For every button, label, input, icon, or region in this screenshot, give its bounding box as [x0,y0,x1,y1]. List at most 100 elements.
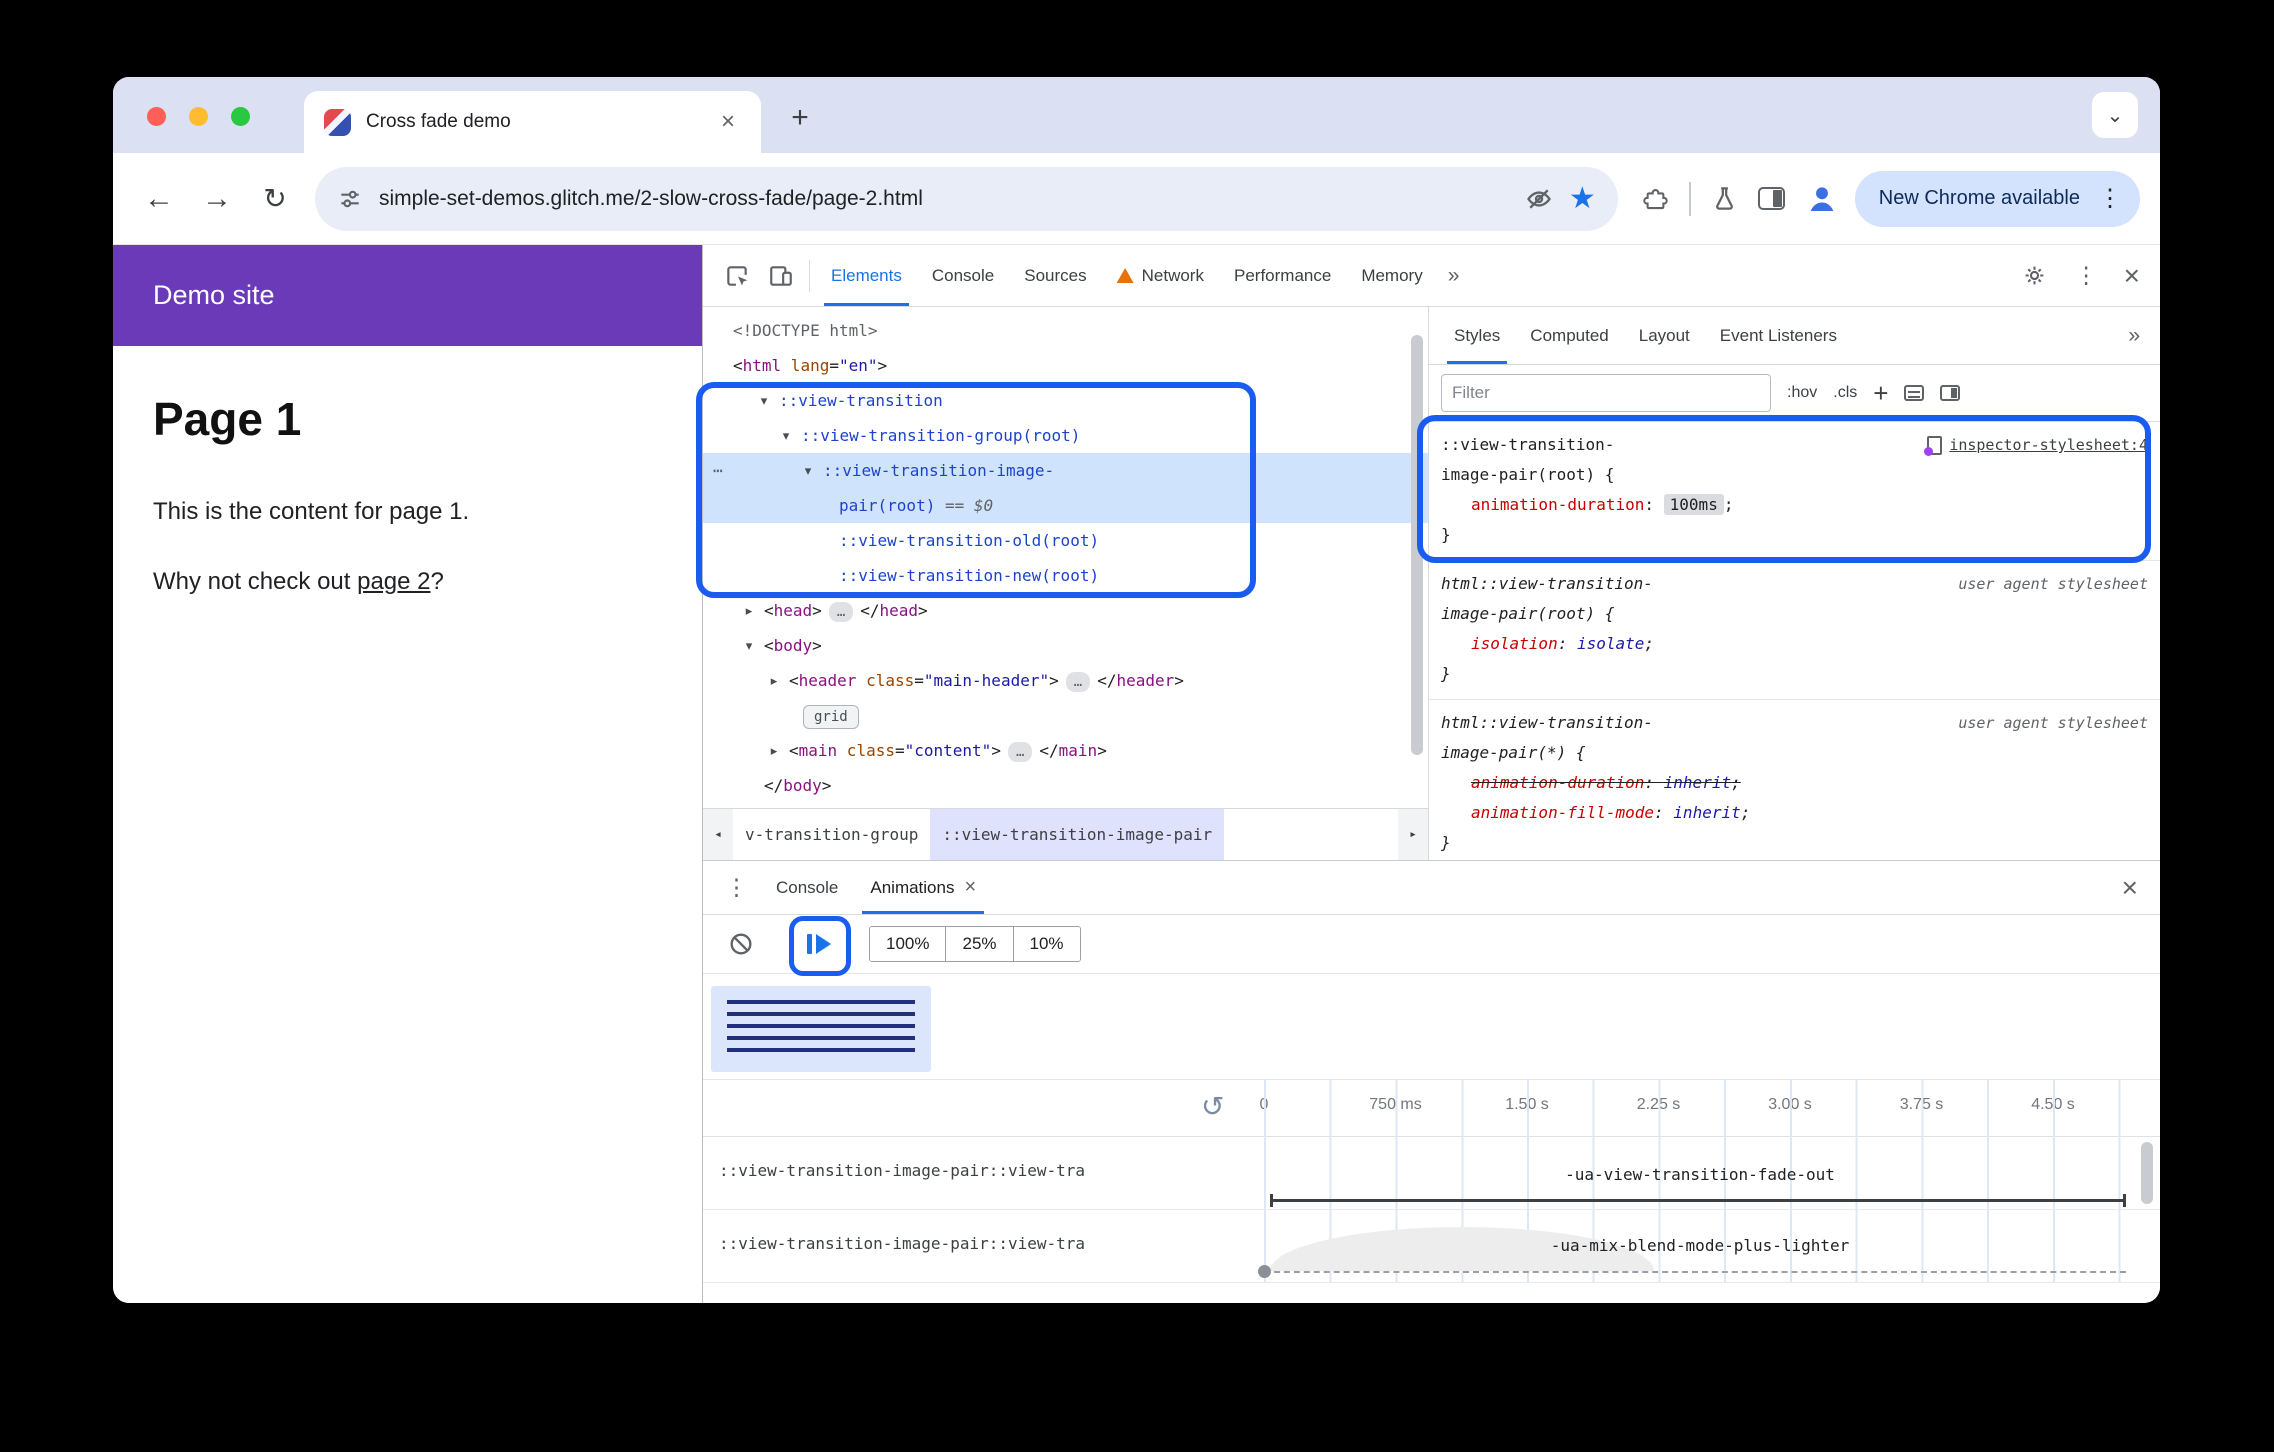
devtools-close-icon[interactable]: × [2116,260,2148,292]
expand-arrow-icon[interactable]: ▸ [763,663,785,698]
dom-tree-row[interactable]: ▸ <header class="main-header">… </header> [703,663,1428,698]
stylesheet-link[interactable]: inspector-stylesheet:4 [1924,430,2148,460]
expand-arrow-icon[interactable]: ▾ [753,383,775,418]
back-button[interactable]: ← [133,173,185,225]
toggle-pseudo-state-button[interactable]: :hov [1787,384,1817,402]
address-bar[interactable]: simple-set-demos.glitch.me/2-slow-cross-… [315,166,1618,231]
animation-dashed-bar[interactable] [1264,1271,2126,1273]
animation-bar[interactable] [1270,1194,2126,1207]
devtools-tab-elements[interactable]: Elements [816,245,917,306]
dom-tree-row[interactable]: <!DOCTYPE html> [703,313,1428,348]
side-panel-icon[interactable] [1757,187,1785,210]
page-2-link[interactable]: page 2 [357,568,430,595]
replay-icon[interactable]: ↺ [1201,1090,1224,1123]
grid-badge[interactable]: grid [803,705,859,729]
dom-tree-row[interactable]: ▸ <head>… </head> [703,593,1428,628]
pause-resume-button[interactable] [799,924,839,964]
experiments-flask-icon[interactable] [1711,185,1738,212]
drawer-menu-kebab-icon[interactable]: ⋮ [713,874,760,901]
keyframe-dot[interactable] [1258,1265,1271,1278]
minimize-window-button[interactable] [189,107,208,126]
styles-tab-event-listeners[interactable]: Event Listeners [1705,307,1852,364]
speed-button-25%[interactable]: 25% [946,927,1014,961]
eye-off-icon[interactable] [1525,185,1553,213]
more-actions-icon[interactable]: ⋯ [713,453,724,488]
styles-filter-input[interactable] [1441,374,1771,412]
reload-button[interactable]: ↻ [249,173,301,225]
devtools-tab-console[interactable]: Console [917,245,1009,306]
breadcrumb-right-arrow[interactable]: ▸ [1398,809,1428,860]
site-info-icon[interactable] [337,186,363,212]
speed-button-100%[interactable]: 100% [870,927,947,961]
devtools-tab-memory[interactable]: Memory [1346,245,1437,306]
computed-sidebar-toggle-icon[interactable] [1940,385,1961,401]
browser-tab[interactable]: Cross fade demo × [304,91,761,153]
settings-gear-icon[interactable] [2013,254,2057,298]
collapsed-content-icon[interactable]: … [1065,672,1091,692]
bookmark-star-icon[interactable]: ★ [1569,183,1596,214]
more-tabs-icon[interactable]: » [1438,264,1470,288]
new-style-rule-icon[interactable]: + [1873,380,1888,406]
dom-tree-row[interactable]: ::view-transition-old(root) [703,523,1428,558]
css-selector[interactable]: image-pair(root) { [1441,599,2148,629]
styles-more-tabs-icon[interactable]: » [2118,324,2150,348]
collapsed-content-icon[interactable]: … [828,602,854,622]
dom-tree-row[interactable]: ▾::view-transition-group(root) [703,418,1428,453]
browser-menu-kebab-icon[interactable]: ⋮ [2092,184,2128,213]
window-chevron-button[interactable]: ⌄ [2092,92,2138,138]
breadcrumb-item-selected[interactable]: ::view-transition-image-pair [930,809,1225,860]
new-tab-button[interactable]: + [777,95,823,141]
breadcrumb-left-arrow[interactable]: ◂ [703,809,733,860]
drawer-tab-console[interactable]: Console [760,861,854,914]
dom-tree-row[interactable]: ▾ <body> [703,628,1428,663]
zoom-window-button[interactable] [231,107,250,126]
styles-tab-layout[interactable]: Layout [1624,307,1705,364]
animation-track-row[interactable]: ::view-transition-image-pair::view-tra -… [703,1210,2160,1283]
scrollbar-thumb[interactable] [1411,335,1423,755]
css-selector[interactable]: image-pair(*) { [1441,738,2148,768]
style-rule[interactable]: inspector-stylesheet:4::view-transition-… [1429,422,2160,561]
update-chrome-button[interactable]: New Chrome available ⋮ [1854,170,2140,227]
inspect-element-icon[interactable] [715,254,759,298]
expand-arrow-icon[interactable]: ▾ [797,453,819,488]
toggle-element-classes-button[interactable]: .cls [1833,384,1857,402]
dom-tree-row[interactable]: ▾::view-transition [703,383,1428,418]
styles-tab-computed[interactable]: Computed [1515,307,1623,364]
drawer-tab-animations[interactable]: Animations × [854,861,992,914]
forward-button[interactable]: → [191,173,243,225]
style-rule[interactable]: user agent stylesheet html::view-transiti… [1429,561,2160,700]
styles-tab-styles[interactable]: Styles [1439,307,1515,364]
dom-tree-row[interactable]: ⋯ ▾::view-transition-image- [703,453,1428,488]
css-selector[interactable]: ::view-transition- [1441,435,1614,454]
dom-tree-row[interactable]: ::view-transition-new(root) [703,558,1428,593]
css-selector[interactable]: image-pair(root) { [1441,460,2148,490]
animation-track-row[interactable]: ::view-transition-image-pair::view-tra -… [703,1137,2160,1210]
devtools-tab-sources[interactable]: Sources [1009,245,1101,306]
close-animations-tab-icon[interactable]: × [964,876,976,899]
css-selector[interactable]: html::view-transition- [1441,574,1653,593]
css-selector[interactable]: html::view-transition- [1441,713,1653,732]
devtools-menu-kebab-icon[interactable]: ⋮ [2067,262,2106,289]
scrollbar-thumb[interactable] [2141,1142,2153,1204]
expand-arrow-icon[interactable]: ▸ [738,593,760,628]
dom-tree-row[interactable]: <html lang="en"> [703,348,1428,383]
expand-arrow-icon[interactable]: ▾ [775,418,797,453]
expand-arrow-icon[interactable]: ▾ [738,628,760,663]
css-declaration[interactable]: animation-duration: 100ms; [1441,490,2148,520]
drawer-close-icon[interactable]: × [2110,872,2150,904]
animation-preview-thumbnail[interactable] [711,986,931,1072]
breadcrumb-item[interactable]: v-transition-group [733,809,930,860]
extensions-puzzle-icon[interactable] [1642,185,1669,212]
profile-avatar-icon[interactable] [1805,182,1839,216]
tab-close-icon[interactable]: × [715,108,741,136]
collapsed-content-icon[interactable]: … [1007,742,1033,762]
close-window-button[interactable] [147,107,166,126]
rendering-emulation-icon[interactable] [1904,385,1925,401]
css-declaration[interactable]: isolation: isolate; [1441,629,2148,659]
dom-tree-row[interactable]: grid [703,698,1428,733]
device-toolbar-icon[interactable] [759,254,803,298]
expand-arrow-icon[interactable]: ▸ [763,733,785,768]
css-declaration[interactable]: animation-duration: inherit; [1441,768,2148,798]
dom-tree-row[interactable]: </body> [703,768,1428,803]
devtools-tab-performance[interactable]: Performance [1219,245,1346,306]
